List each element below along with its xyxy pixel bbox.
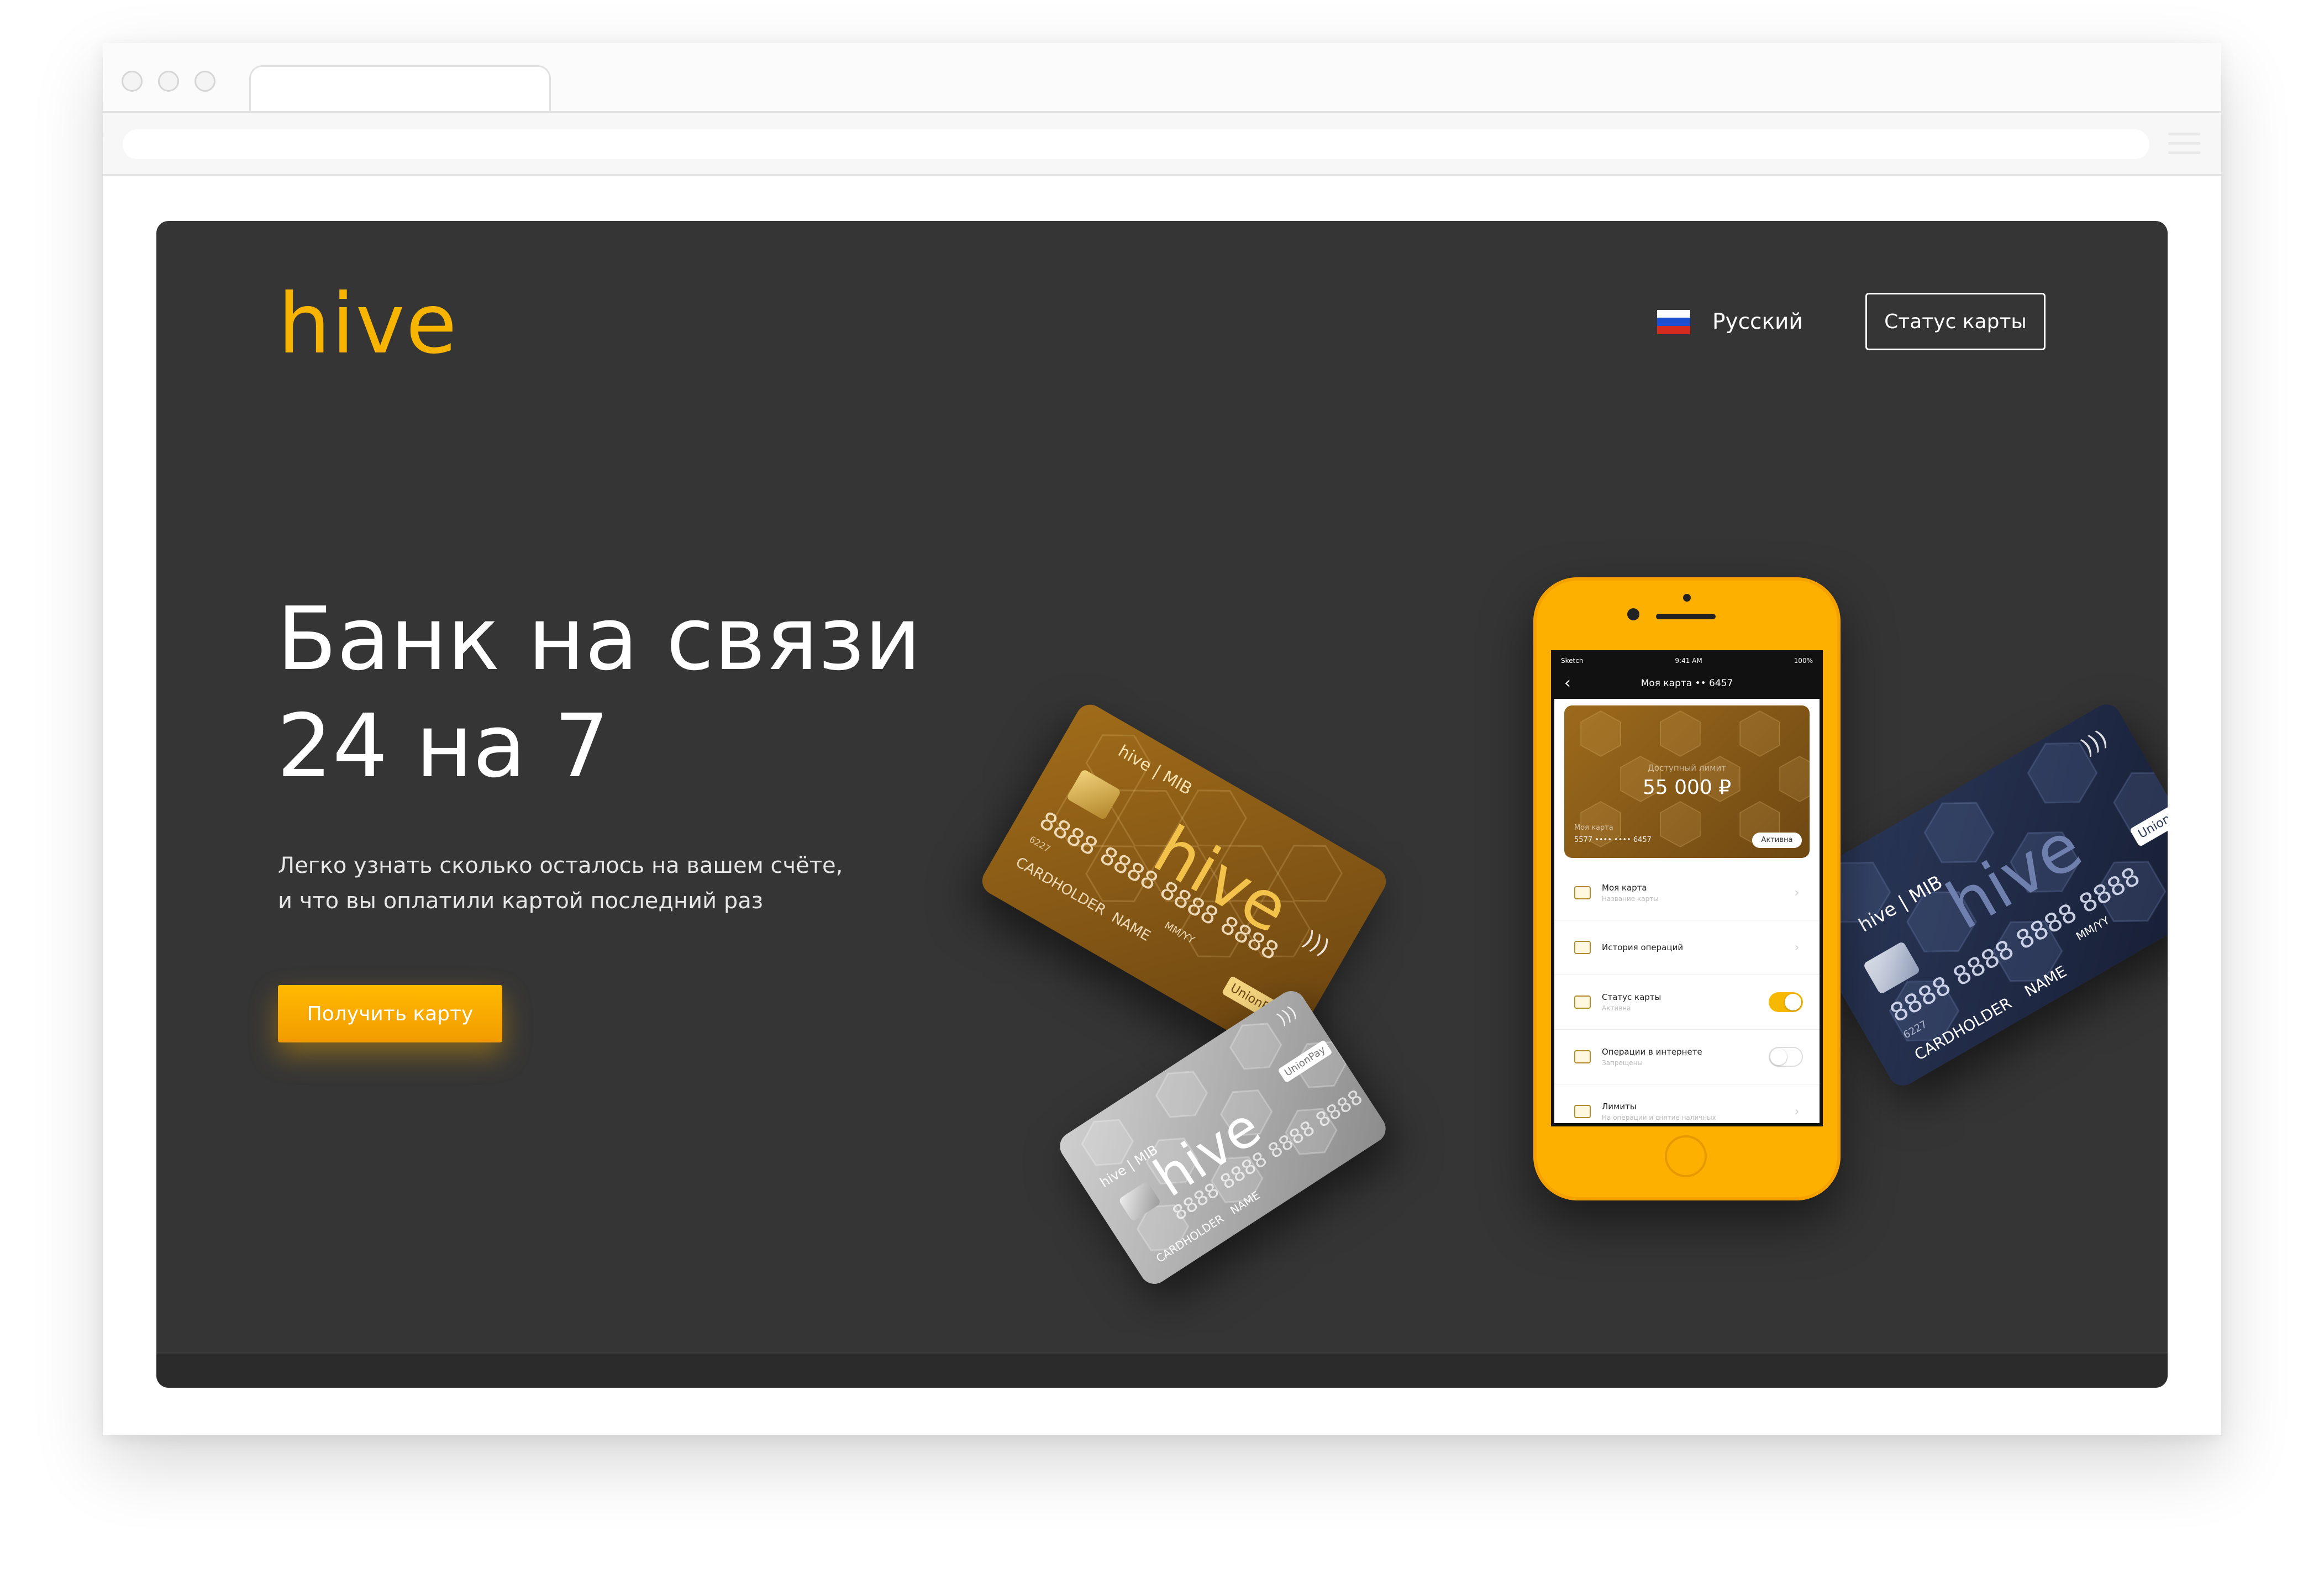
menu-item-online-operations[interactable]: Операции в интернете Запрещены: [1554, 1030, 1820, 1084]
app-card-number: 5577 •••• •••• 6457: [1574, 836, 1652, 844]
back-chevron-icon[interactable]: ‹: [1564, 673, 1571, 693]
language-selector[interactable]: Русский: [1657, 309, 1803, 334]
language-label: Русский: [1712, 309, 1803, 334]
app-card-label: Моя карта: [1574, 824, 1613, 832]
phone-status-bar: Sketch 9:41 AM 100%: [1554, 654, 1820, 668]
page-viewport: hive Русский Статус карты Банк на связи …: [156, 221, 2168, 1388]
get-card-button[interactable]: Получить карту: [278, 985, 502, 1042]
gold-card-image: hive | MIB hive ))) 8888 8888 8888 8888 …: [977, 699, 1391, 1063]
window-maximize-dot[interactable]: [194, 71, 215, 92]
browser-tab[interactable]: [249, 65, 551, 113]
status-battery: 100%: [1794, 657, 1813, 665]
russia-flag-icon: [1657, 309, 1690, 334]
card-icon: [1574, 886, 1591, 899]
chevron-right-icon: ›: [1794, 886, 1800, 900]
receipt-icon: [1574, 941, 1591, 954]
card-status-toggle[interactable]: [1769, 992, 1803, 1012]
browser-window: hive Русский Статус карты Банк на связи …: [103, 43, 2221, 1435]
phone-home-button: [1665, 1135, 1707, 1177]
balance-label: Доступный лимит: [1648, 763, 1726, 773]
site-logo[interactable]: hive: [278, 276, 458, 372]
menu-item-limits[interactable]: Лимиты На операции и снятие наличных ›: [1554, 1084, 1820, 1123]
app-menu-list: Моя карта Название карты › История опера…: [1554, 866, 1820, 1123]
menu-item-subtitle: На операции и снятие наличных: [1602, 1114, 1716, 1121]
window-minimize-dot[interactable]: [158, 71, 179, 92]
menu-item-title: Моя карта: [1602, 883, 1647, 893]
shopping-bag-icon: [1574, 1050, 1591, 1063]
menu-item-title: Статус карты: [1602, 992, 1661, 1002]
menu-item-subtitle: Запрещены: [1602, 1059, 1643, 1067]
chevron-right-icon: ›: [1794, 940, 1800, 955]
chevron-right-icon: ›: [1794, 1104, 1800, 1119]
phone-camera-icon: [1627, 608, 1639, 620]
menu-item-subtitle: Активна: [1602, 1004, 1631, 1012]
balance-amount: 55 000 ₽: [1642, 776, 1732, 799]
hamburger-menu-icon[interactable]: [2168, 133, 2200, 155]
online-operations-toggle[interactable]: [1769, 1047, 1803, 1067]
menu-item-subtitle: Название карты: [1602, 895, 1659, 903]
hero-subtitle: Легко узнать сколько осталось на вашем с…: [278, 848, 996, 919]
phone-speaker: [1656, 614, 1716, 619]
menu-item-history[interactable]: История операций ›: [1554, 920, 1820, 975]
hero-headline: Банк на связи 24 на 7: [277, 588, 922, 797]
browser-toolbar: [103, 111, 2221, 176]
limits-icon: [1574, 1105, 1591, 1118]
window-close-dot[interactable]: [122, 71, 143, 92]
card-icon: [1574, 995, 1591, 1009]
hero-subtitle-line-2: и что вы оплатили картой последний раз: [278, 888, 764, 914]
hero-subtitle-line-1: Легко узнать сколько осталось на вашем с…: [278, 853, 843, 878]
address-bar[interactable]: [123, 129, 2149, 159]
phone-sensor: [1683, 594, 1691, 602]
phone-screen: Sketch 9:41 AM 100% ‹ Моя карта •• 6457: [1551, 650, 1823, 1126]
phone-mockup: Sketch 9:41 AM 100% ‹ Моя карта •• 6457: [1533, 577, 1841, 1200]
silver-card-image: hive | MIB hive ))) 8888 8888 8888 8888 …: [1054, 986, 1391, 1289]
next-section-edge: [156, 1352, 2168, 1388]
browser-titlebar: [103, 43, 2221, 113]
menu-item-card-status[interactable]: Статус карты Активна: [1554, 975, 1820, 1030]
app-nav-title: Моя карта •• 6457: [1641, 678, 1733, 689]
card-status-button[interactable]: Статус карты: [1865, 293, 2046, 350]
status-carrier: Sketch: [1561, 657, 1584, 665]
menu-item-title: История операций: [1602, 942, 1684, 952]
status-time: 9:41 AM: [1675, 657, 1702, 665]
menu-item-my-card[interactable]: Моя карта Название карты ›: [1554, 866, 1820, 920]
app-balance-card[interactable]: Доступный лимит 55 000 ₽ Моя карта 5577 …: [1564, 705, 1810, 858]
menu-item-title: Лимиты: [1602, 1102, 1637, 1112]
card-active-badge: Активна: [1752, 833, 1802, 848]
menu-item-title: Операции в интернете: [1602, 1047, 1702, 1057]
app-nav-bar: ‹ Моя карта •• 6457: [1554, 668, 1820, 699]
